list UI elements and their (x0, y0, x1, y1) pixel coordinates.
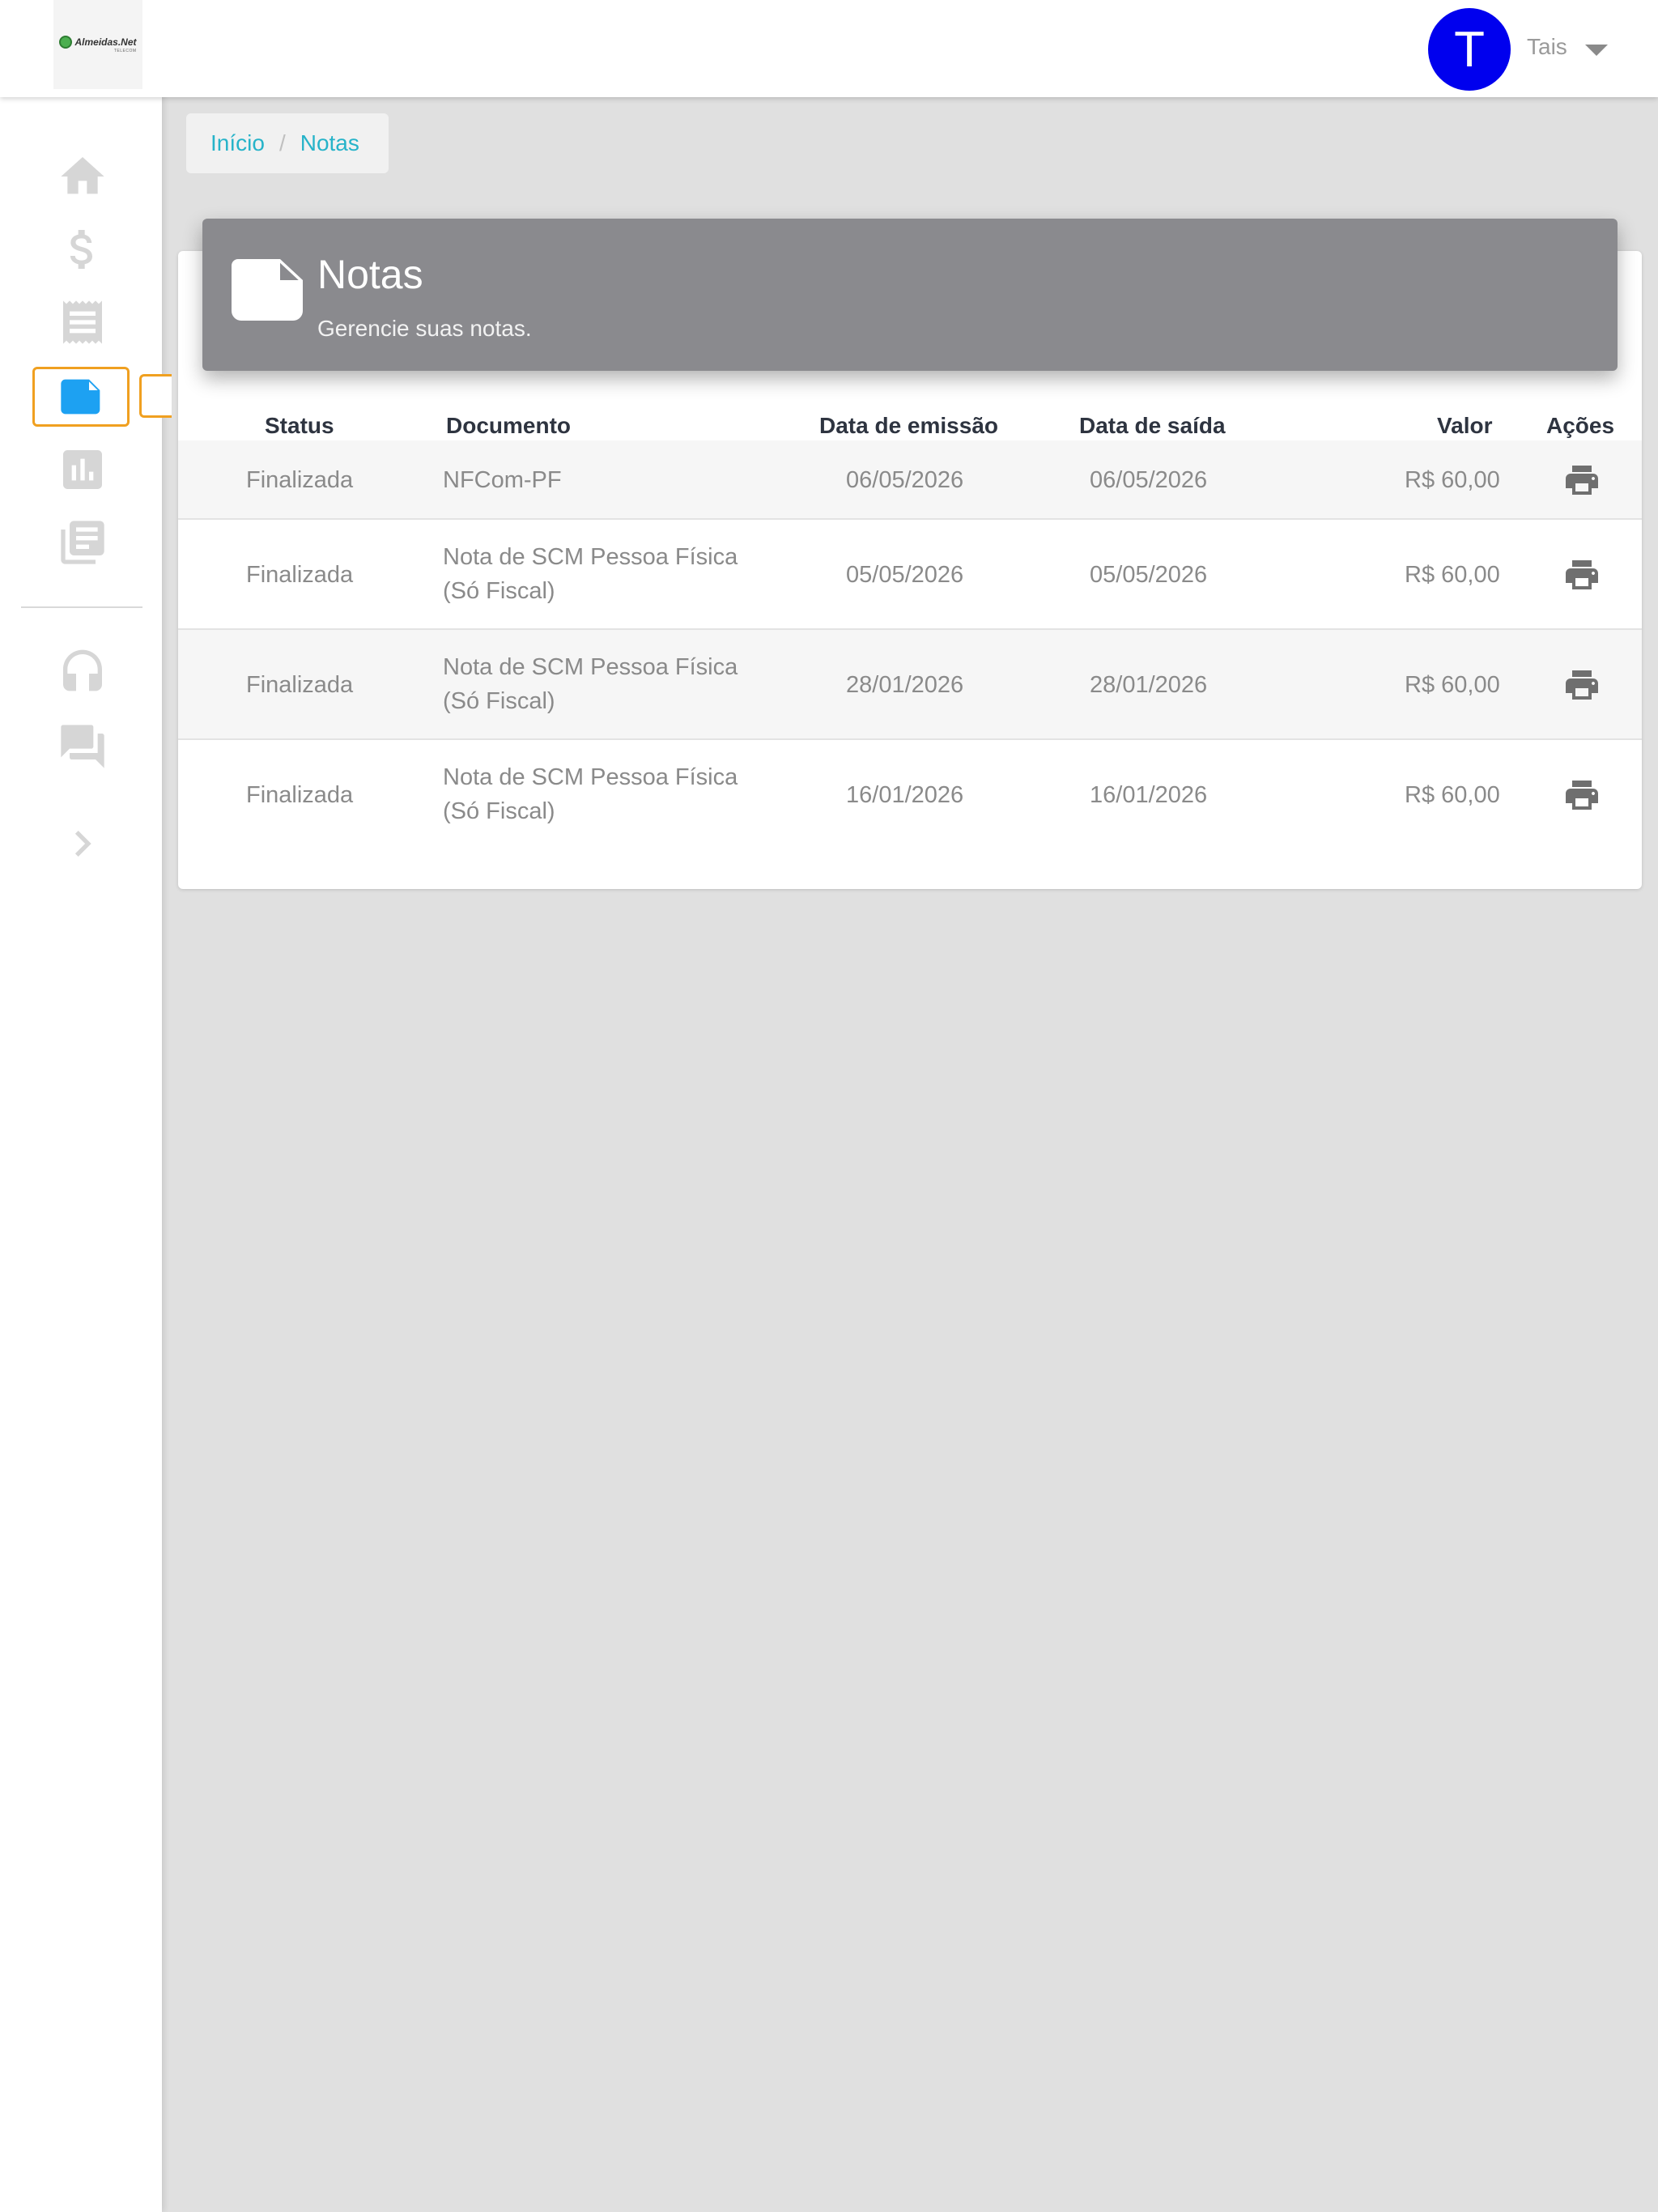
active-item-tab (139, 374, 172, 418)
card-header: Notas Gerencie suas notas. (202, 219, 1618, 371)
table-row: Finalizada Nota de SCM Pessoa Física (Só… (178, 740, 1642, 850)
print-icon[interactable] (1562, 666, 1601, 704)
user-name[interactable]: Tais (1527, 34, 1567, 60)
breadcrumb-current[interactable]: Notas (300, 130, 359, 156)
avatar[interactable]: T (1428, 8, 1511, 91)
page-subtitle: Gerencie suas notas. (317, 316, 532, 341)
emission-date-cell: 06/05/2026 (846, 467, 964, 493)
logo-subtext: TELECOM (113, 49, 137, 53)
exit-date-cell: 05/05/2026 (1090, 562, 1208, 588)
document-cell-secondary: (Só Fiscal) (443, 688, 555, 714)
document-cell-secondary: (Só Fiscal) (443, 798, 555, 824)
exit-date-cell: 06/05/2026 (1090, 467, 1208, 493)
value-cell: R$ 60,00 (1405, 562, 1500, 588)
document-cell-secondary: (Só Fiscal) (443, 578, 555, 604)
column-header-data-saida[interactable]: Data de saída (1079, 413, 1226, 439)
emission-date-cell: 16/01/2026 (846, 782, 964, 808)
print-icon[interactable] (1562, 555, 1601, 594)
value-cell: R$ 60,00 (1405, 672, 1500, 698)
print-icon[interactable] (1562, 776, 1601, 815)
chat-icon[interactable] (57, 721, 108, 772)
value-cell: R$ 60,00 (1405, 782, 1500, 808)
home-icon[interactable] (57, 151, 108, 202)
table-row: Finalizada Nota de SCM Pessoa Física (Só… (178, 520, 1642, 630)
top-bar: Almeidas.Net TELECOM T Tais (0, 0, 1658, 97)
column-header-acoes: Ações (1546, 413, 1615, 438)
library-icon[interactable] (57, 517, 108, 568)
column-header-valor[interactable]: Valor (1437, 413, 1492, 439)
note-icon (232, 259, 303, 321)
logo-text: Almeidas.Net (74, 36, 137, 48)
emission-date-cell: 05/05/2026 (846, 562, 964, 588)
table-header: Status Documento Data de emissão Data de… (178, 405, 1642, 445)
note-icon[interactable] (57, 371, 108, 423)
sidebar-divider (21, 606, 142, 608)
breadcrumb-separator: / (278, 130, 286, 155)
caret-down-icon[interactable] (1585, 45, 1608, 56)
brand-logo[interactable]: Almeidas.Net TELECOM (53, 0, 142, 89)
value-cell: R$ 60,00 (1405, 467, 1500, 493)
column-header-data-emissao[interactable]: Data de emissão (819, 413, 998, 439)
page-title: Notas (317, 252, 423, 297)
document-cell: Nota de SCM Pessoa Física (443, 764, 738, 790)
sidebar (0, 0, 172, 2212)
exit-date-cell: 28/01/2026 (1090, 672, 1208, 698)
column-header-status[interactable]: Status (265, 413, 334, 439)
document-cell: NFCom-PF (443, 467, 562, 493)
dollar-icon[interactable] (57, 223, 108, 275)
exit-date-cell: 16/01/2026 (1090, 782, 1208, 808)
print-icon[interactable] (1562, 461, 1601, 500)
table-row: Finalizada NFCom-PF 06/05/2026 06/05/202… (178, 440, 1642, 520)
status-cell: Finalizada (246, 672, 354, 698)
status-cell: Finalizada (246, 782, 354, 808)
chevron-right-icon[interactable] (57, 818, 108, 870)
emission-date-cell: 28/01/2026 (846, 672, 964, 698)
status-cell: Finalizada (246, 467, 354, 493)
breadcrumb-home-link[interactable]: Início (210, 130, 265, 156)
document-cell: Nota de SCM Pessoa Física (443, 654, 738, 680)
column-header-documento[interactable]: Documento (446, 413, 571, 439)
headset-icon[interactable] (57, 648, 108, 700)
breadcrumb: Início / Notas (186, 113, 389, 173)
chart-icon[interactable] (57, 444, 108, 496)
document-cell: Nota de SCM Pessoa Física (443, 544, 738, 570)
globe-icon (59, 36, 73, 49)
status-cell: Finalizada (246, 562, 354, 588)
receipt-icon[interactable] (57, 296, 108, 348)
table-row: Finalizada Nota de SCM Pessoa Física (Só… (178, 630, 1642, 740)
